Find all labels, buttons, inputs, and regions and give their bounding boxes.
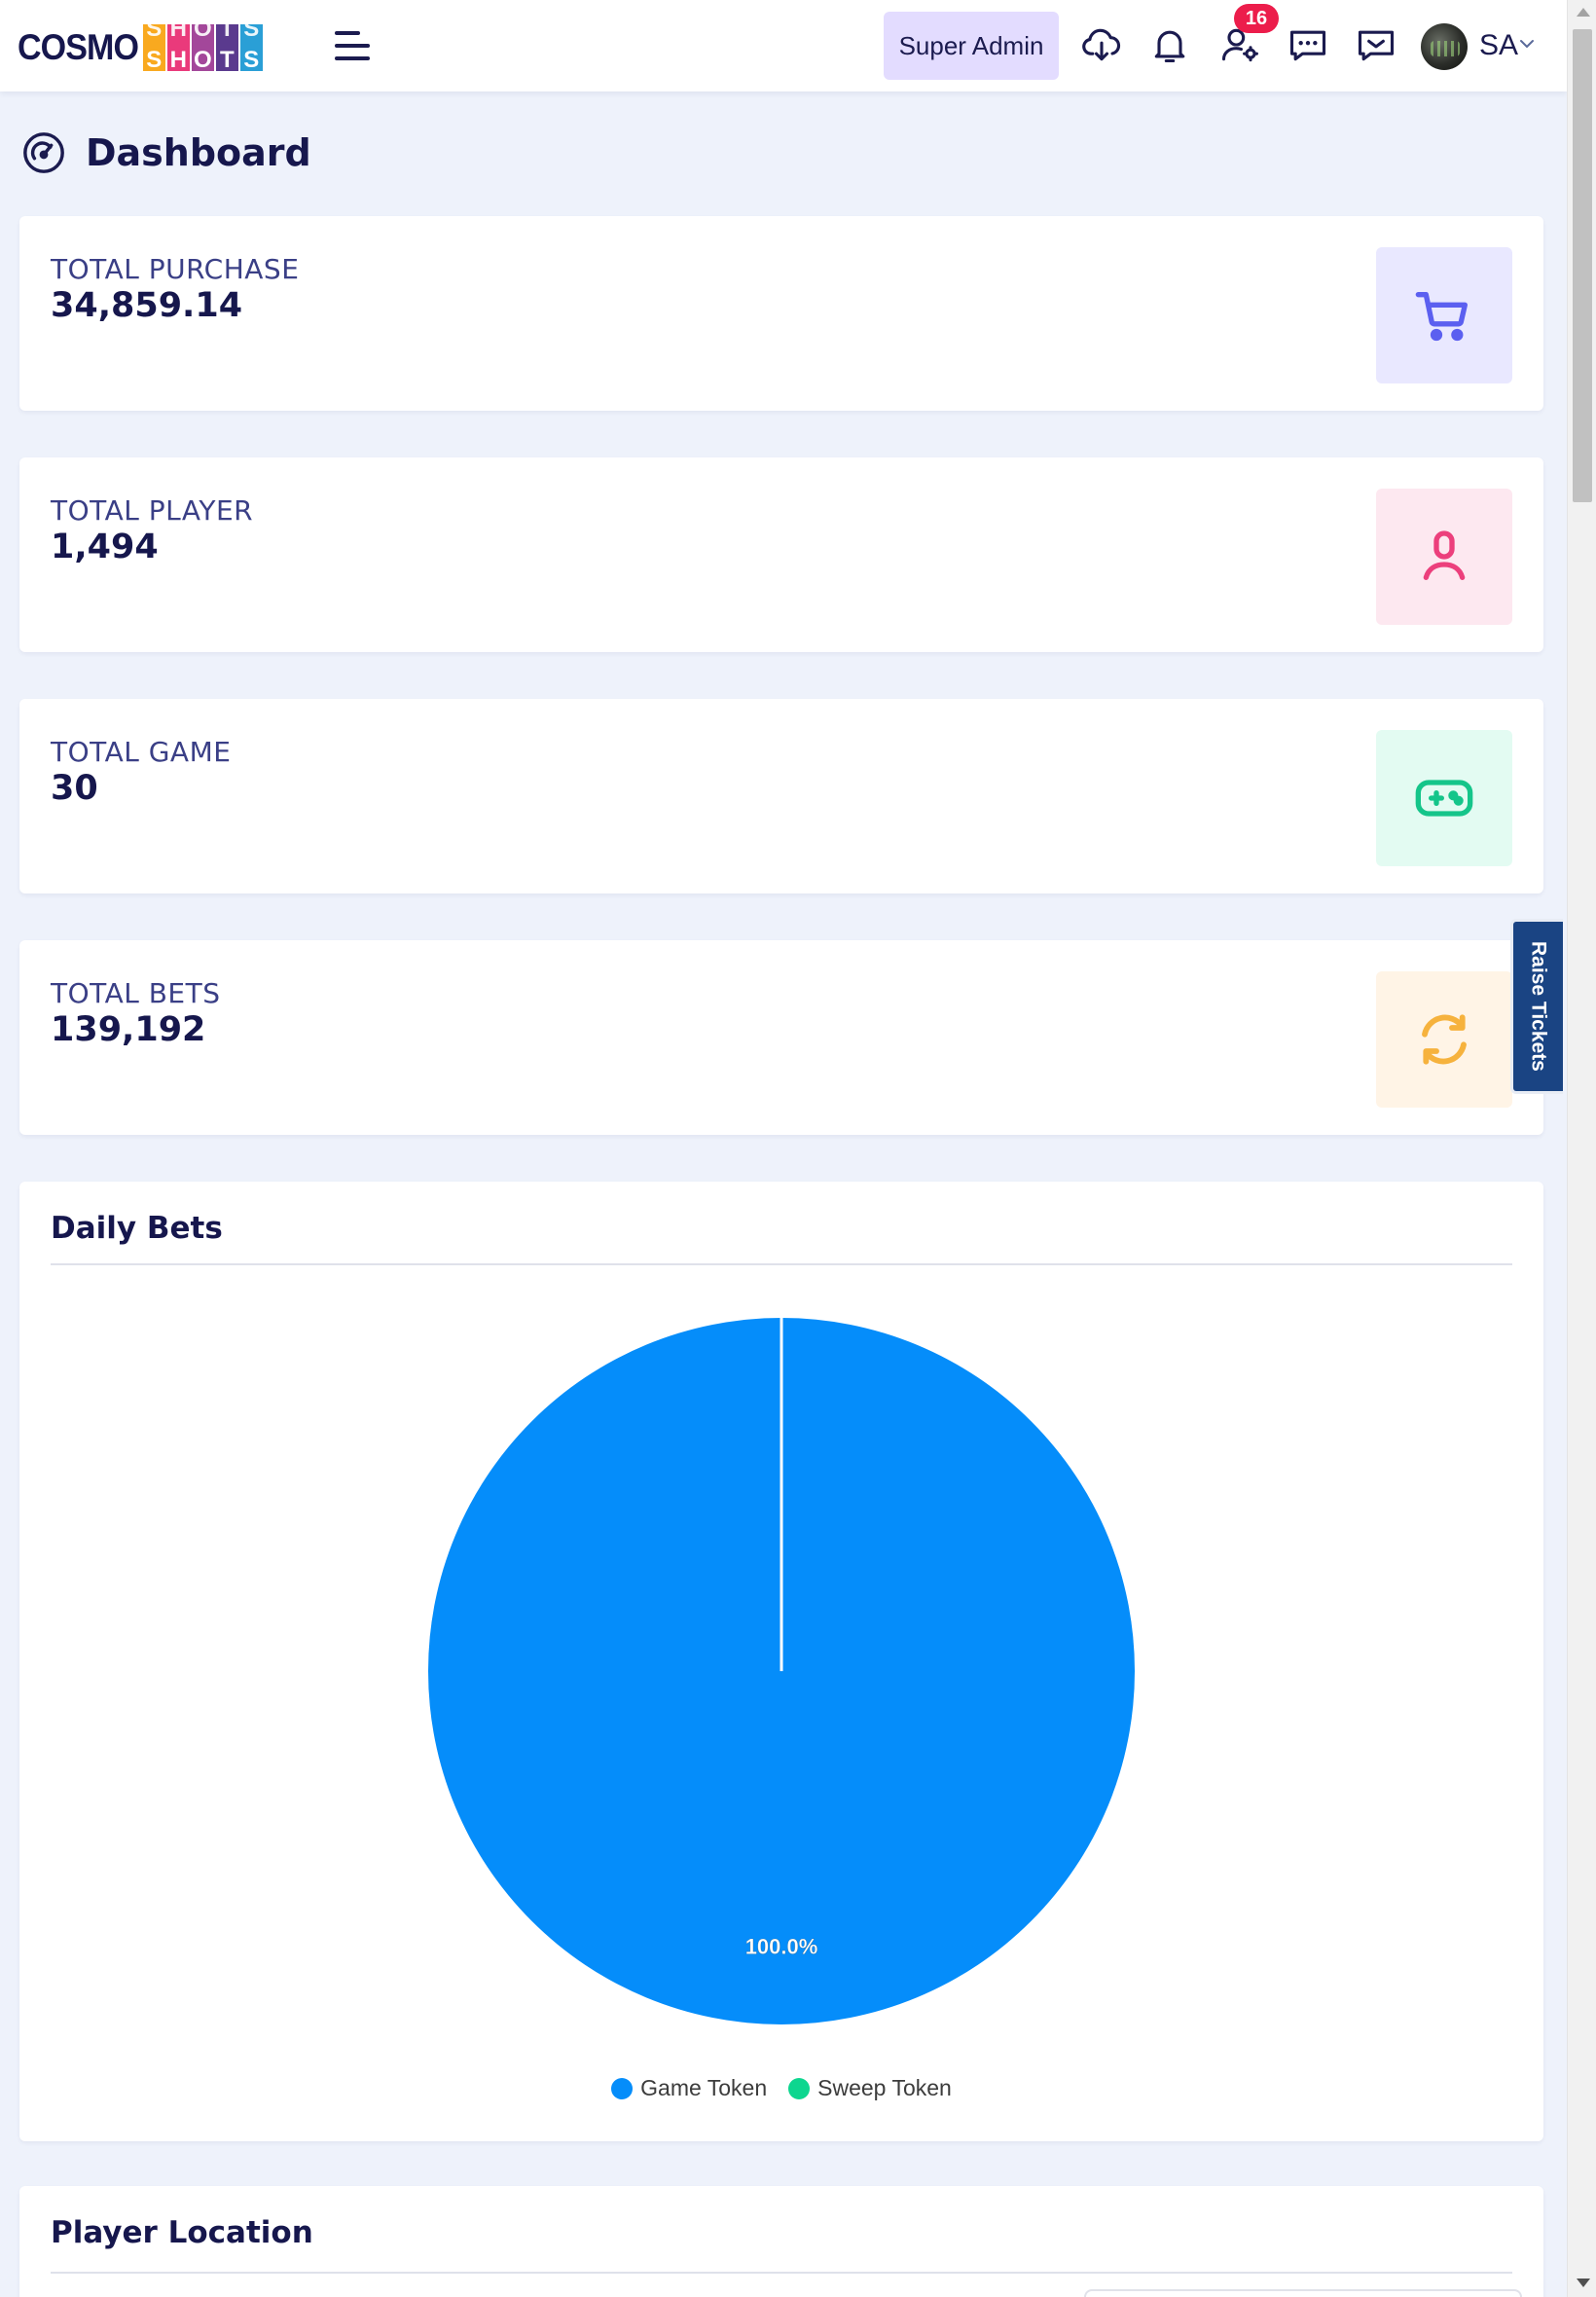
inbox-message-icon[interactable] — [1355, 23, 1397, 66]
stat-label: TOTAL PLAYER — [51, 494, 254, 527]
divider — [51, 1263, 1512, 1265]
scroll-thumb[interactable] — [1573, 29, 1592, 502]
cosmo-shots-logo[interactable]: COSMO SSHHOOTTSS — [18, 23, 263, 72]
top-navbar: COSMO SSHHOOTTSS Super Admin 16 SA — [0, 0, 1567, 91]
legend-item-game-token[interactable]: Game Token — [611, 2075, 767, 2101]
page-title: Dashboard — [86, 131, 311, 174]
raise-tickets-label: Raise Tickets — [1527, 941, 1550, 1072]
scroll-down-arrow[interactable] — [1577, 2279, 1590, 2287]
daily-bets-card: 100.0% Daily Bets Game Token Sweep Token — [19, 1182, 1543, 2141]
chevron-down-icon[interactable] — [1518, 37, 1536, 51]
page-scrollbar[interactable] — [1567, 0, 1596, 2297]
gamepad-icon — [1376, 730, 1512, 866]
chat-icon[interactable] — [1287, 23, 1329, 66]
pie-data-label: 100.0% — [745, 1934, 818, 1958]
refresh-icon — [1376, 971, 1512, 1108]
chart-legend: Game Token Sweep Token — [19, 2075, 1543, 2101]
legend-label: Game Token — [640, 2075, 768, 2100]
legend-label: Sweep Token — [817, 2075, 952, 2100]
stat-card-total-bets[interactable]: TOTAL BETS 139,192 — [19, 940, 1543, 1135]
user-icon — [1376, 489, 1512, 625]
stat-card-total-player[interactable]: TOTAL PLAYER 1,494 — [19, 457, 1543, 652]
logo-tile: SS — [142, 24, 165, 71]
legend-marker — [611, 2077, 634, 2099]
card-title: Daily Bets — [51, 1211, 223, 1246]
stat-label: TOTAL PURCHASE — [51, 253, 300, 285]
divider — [51, 2272, 1512, 2274]
stat-value: 139,192 — [51, 1010, 206, 1049]
page-header: Dashboard — [21, 130, 311, 175]
stat-value: 1,494 — [51, 528, 159, 566]
stat-card-total-purchase[interactable]: TOTAL PURCHASE 34,859.14 — [19, 216, 1543, 411]
raise-tickets-tab[interactable]: Raise Tickets — [1510, 919, 1563, 1094]
location-filter-control[interactable] — [1084, 2289, 1522, 2297]
logo-tile: OO — [191, 24, 214, 71]
notification-count-badge: 16 — [1234, 4, 1279, 33]
logo-text: COSMO — [18, 27, 139, 67]
scroll-up-arrow[interactable] — [1577, 8, 1590, 17]
speedometer-icon — [23, 132, 64, 173]
logo-tile: TT — [215, 24, 238, 71]
logo-tiles: SSHHOOTTSS — [142, 24, 263, 71]
daily-bets-pie-chart: 100.0% — [428, 1318, 1135, 2024]
stat-value: 34,859.14 — [51, 286, 243, 325]
legend-item-sweep-token[interactable]: Sweep Token — [788, 2075, 952, 2101]
player-location-card: Player Location — [19, 2186, 1543, 2297]
role-badge[interactable]: Super Admin — [884, 12, 1059, 80]
stat-label: TOTAL GAME — [51, 736, 232, 768]
user-initials[interactable]: SA — [1479, 29, 1518, 62]
user-avatar[interactable] — [1421, 23, 1468, 70]
logo-tile: HH — [166, 24, 190, 71]
legend-marker — [788, 2077, 811, 2099]
cloud-download-icon[interactable] — [1080, 23, 1123, 66]
stat-label: TOTAL BETS — [51, 977, 221, 1009]
cart-icon — [1376, 247, 1512, 383]
stat-card-total-game[interactable]: TOTAL GAME 30 — [19, 699, 1543, 893]
card-title: Player Location — [51, 2215, 313, 2250]
bell-icon[interactable] — [1148, 23, 1191, 66]
logo-tile: SS — [239, 24, 263, 71]
menu-icon[interactable] — [335, 31, 372, 60]
stat-value: 30 — [51, 769, 98, 808]
